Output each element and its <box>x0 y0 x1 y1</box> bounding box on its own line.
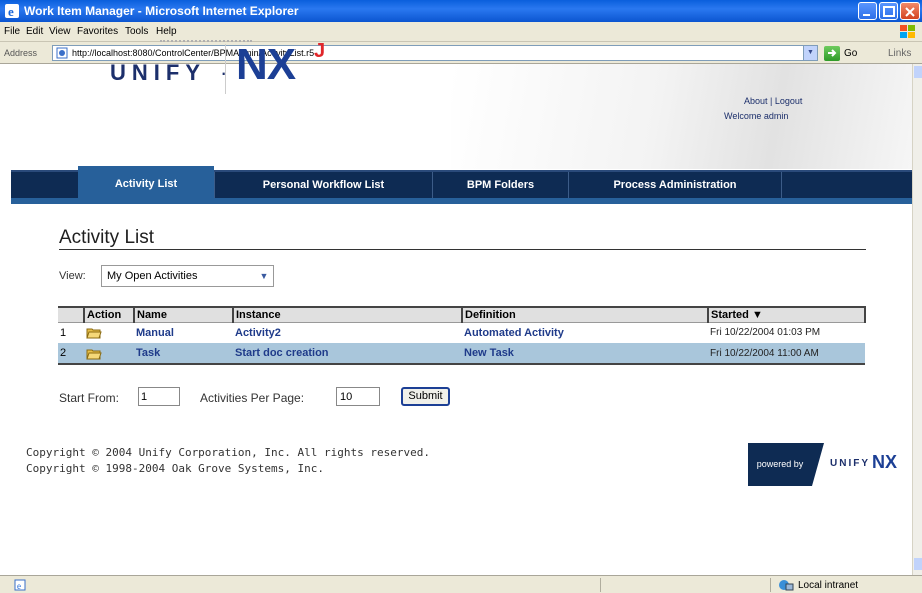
view-select[interactable]: My Open Activities ▼ <box>101 265 274 287</box>
window-titlebar: e Work Item Manager - Microsoft Internet… <box>0 0 922 22</box>
view-label: View: <box>59 270 86 282</box>
tab-personal-workflow-list[interactable]: Personal Workflow List <box>215 172 432 198</box>
col-header-started[interactable]: Started ▼ <box>707 306 866 323</box>
powered-by-wedge <box>812 443 824 486</box>
row-number: 1 <box>60 326 67 339</box>
page-icon <box>56 47 68 59</box>
menu-tools[interactable]: Tools <box>125 26 148 37</box>
menu-help[interactable]: Help <box>156 26 177 37</box>
close-icon <box>905 7 915 17</box>
status-divider <box>770 578 771 592</box>
name-link[interactable]: Manual <box>134 322 233 343</box>
welcome-text: Welcome admin <box>724 111 789 121</box>
col-header-name[interactable]: Name <box>133 306 233 323</box>
address-label: Address <box>4 48 38 58</box>
instance-link[interactable]: Activity2 <box>233 322 462 343</box>
open-folder-icon[interactable] <box>86 326 102 339</box>
status-divider <box>600 578 601 592</box>
menu-edit[interactable]: Edit <box>26 26 43 37</box>
main-nav: Activity List Personal Workflow List BPM… <box>11 166 912 198</box>
menu-view[interactable]: View <box>49 26 71 37</box>
header-background <box>451 64 912 169</box>
col-header-instance[interactable]: Instance <box>232 306 462 323</box>
open-folder-icon[interactable] <box>86 347 102 360</box>
logo-j-text: J <box>314 40 326 62</box>
menu-file[interactable]: File <box>4 26 20 37</box>
submit-button[interactable]: Submit <box>401 387 450 406</box>
page-status-icon: e <box>14 579 26 591</box>
about-link[interactable]: About <box>744 96 768 106</box>
nav-underline <box>11 198 912 204</box>
close-button[interactable] <box>900 2 920 20</box>
scroll-up-icon[interactable] <box>914 66 922 78</box>
maximize-icon <box>883 6 895 17</box>
logo-dot: · <box>220 60 228 85</box>
intranet-zone-icon <box>779 580 794 591</box>
menu-bar: File Edit View Favorites Tools Help <box>0 22 922 42</box>
go-button[interactable]: Go <box>844 48 857 59</box>
start-from-input[interactable] <box>138 387 180 406</box>
col-header-definition[interactable]: Definition <box>461 306 708 323</box>
powered-nx-text: NX <box>872 452 898 472</box>
page-title: Activity List <box>59 227 155 248</box>
window-frame-left <box>0 64 11 575</box>
started-cell: Fri 10/22/2004 01:03 PM <box>710 327 821 339</box>
powered-by-text: powered by <box>748 443 812 486</box>
window-title: Work Item Manager - Microsoft Internet E… <box>24 4 299 18</box>
powered-unify-text: UNIFY <box>830 458 870 469</box>
minimize-icon <box>863 14 870 16</box>
started-cell: Fri 10/22/2004 11:00 AM <box>708 343 865 365</box>
svg-text:e: e <box>17 581 21 591</box>
tab-process-administration[interactable]: Process Administration <box>569 172 781 198</box>
title-rule <box>59 249 866 250</box>
table-header-row: Action Name Instance Definition Started … <box>58 306 866 323</box>
maximize-button[interactable] <box>879 2 898 20</box>
minimize-button[interactable] <box>858 2 877 20</box>
vertical-scrollbar[interactable] <box>912 64 922 575</box>
powered-by-logo: powered by UNIFY NX <box>748 443 908 486</box>
logout-link[interactable]: Logout <box>775 96 803 106</box>
copyright-oakgrove: Copyright © 1998-2004 Oak Grove Systems,… <box>26 462 325 475</box>
address-dropdown-icon[interactable]: ▼ <box>803 46 817 60</box>
scroll-down-icon[interactable] <box>914 558 922 570</box>
per-page-input[interactable] <box>336 387 380 406</box>
menu-favorites[interactable]: Favorites <box>77 26 118 37</box>
start-from-label: Start From: <box>59 391 120 405</box>
tab-bpm-folders[interactable]: BPM Folders <box>433 172 568 198</box>
per-page-label: Activities Per Page: <box>200 391 305 405</box>
logo-nx-text: NX <box>236 40 296 89</box>
address-input[interactable]: http://localhost:8080/ControlCenter/BPMA… <box>52 45 818 61</box>
links-button[interactable]: Links <box>888 48 911 59</box>
logo-unify-text: UNIFY <box>110 60 206 85</box>
link-separator: | <box>770 96 773 106</box>
name-link[interactable]: Task <box>134 343 233 365</box>
ie-icon: e <box>5 4 19 19</box>
row-number: 2 <box>58 343 84 365</box>
action-cell <box>84 322 134 343</box>
copyright-unify: Copyright © 2004 Unify Corporation, Inc.… <box>26 446 430 459</box>
status-bar: e Local intranet <box>0 575 922 593</box>
zone-text: Local intranet <box>798 580 859 591</box>
header-links: About | Logout <box>744 96 802 106</box>
chevron-down-icon[interactable]: ▼ <box>255 266 273 286</box>
col-header-number <box>58 306 84 323</box>
svg-text:e: e <box>8 4 14 19</box>
definition-link[interactable]: Automated Activity <box>462 322 708 343</box>
instance-link[interactable]: Start doc creation <box>233 343 462 365</box>
tab-activity-list[interactable]: Activity List <box>78 166 214 198</box>
view-select-value: My Open Activities <box>107 270 198 282</box>
activity-table: Action Name Instance Definition Started … <box>58 306 866 365</box>
table-row: 1 Manual Activity2 Automated Activity Fr… <box>58 322 865 343</box>
action-cell <box>84 343 134 365</box>
definition-link[interactable]: New Task <box>462 343 708 365</box>
table-row: 2 Task Start doc creation New Task Fri 1… <box>58 343 865 365</box>
windows-logo-icon <box>900 25 915 38</box>
col-header-action: Action <box>83 306 134 323</box>
nav-separator <box>781 172 782 198</box>
go-arrow-icon[interactable] <box>824 46 840 61</box>
